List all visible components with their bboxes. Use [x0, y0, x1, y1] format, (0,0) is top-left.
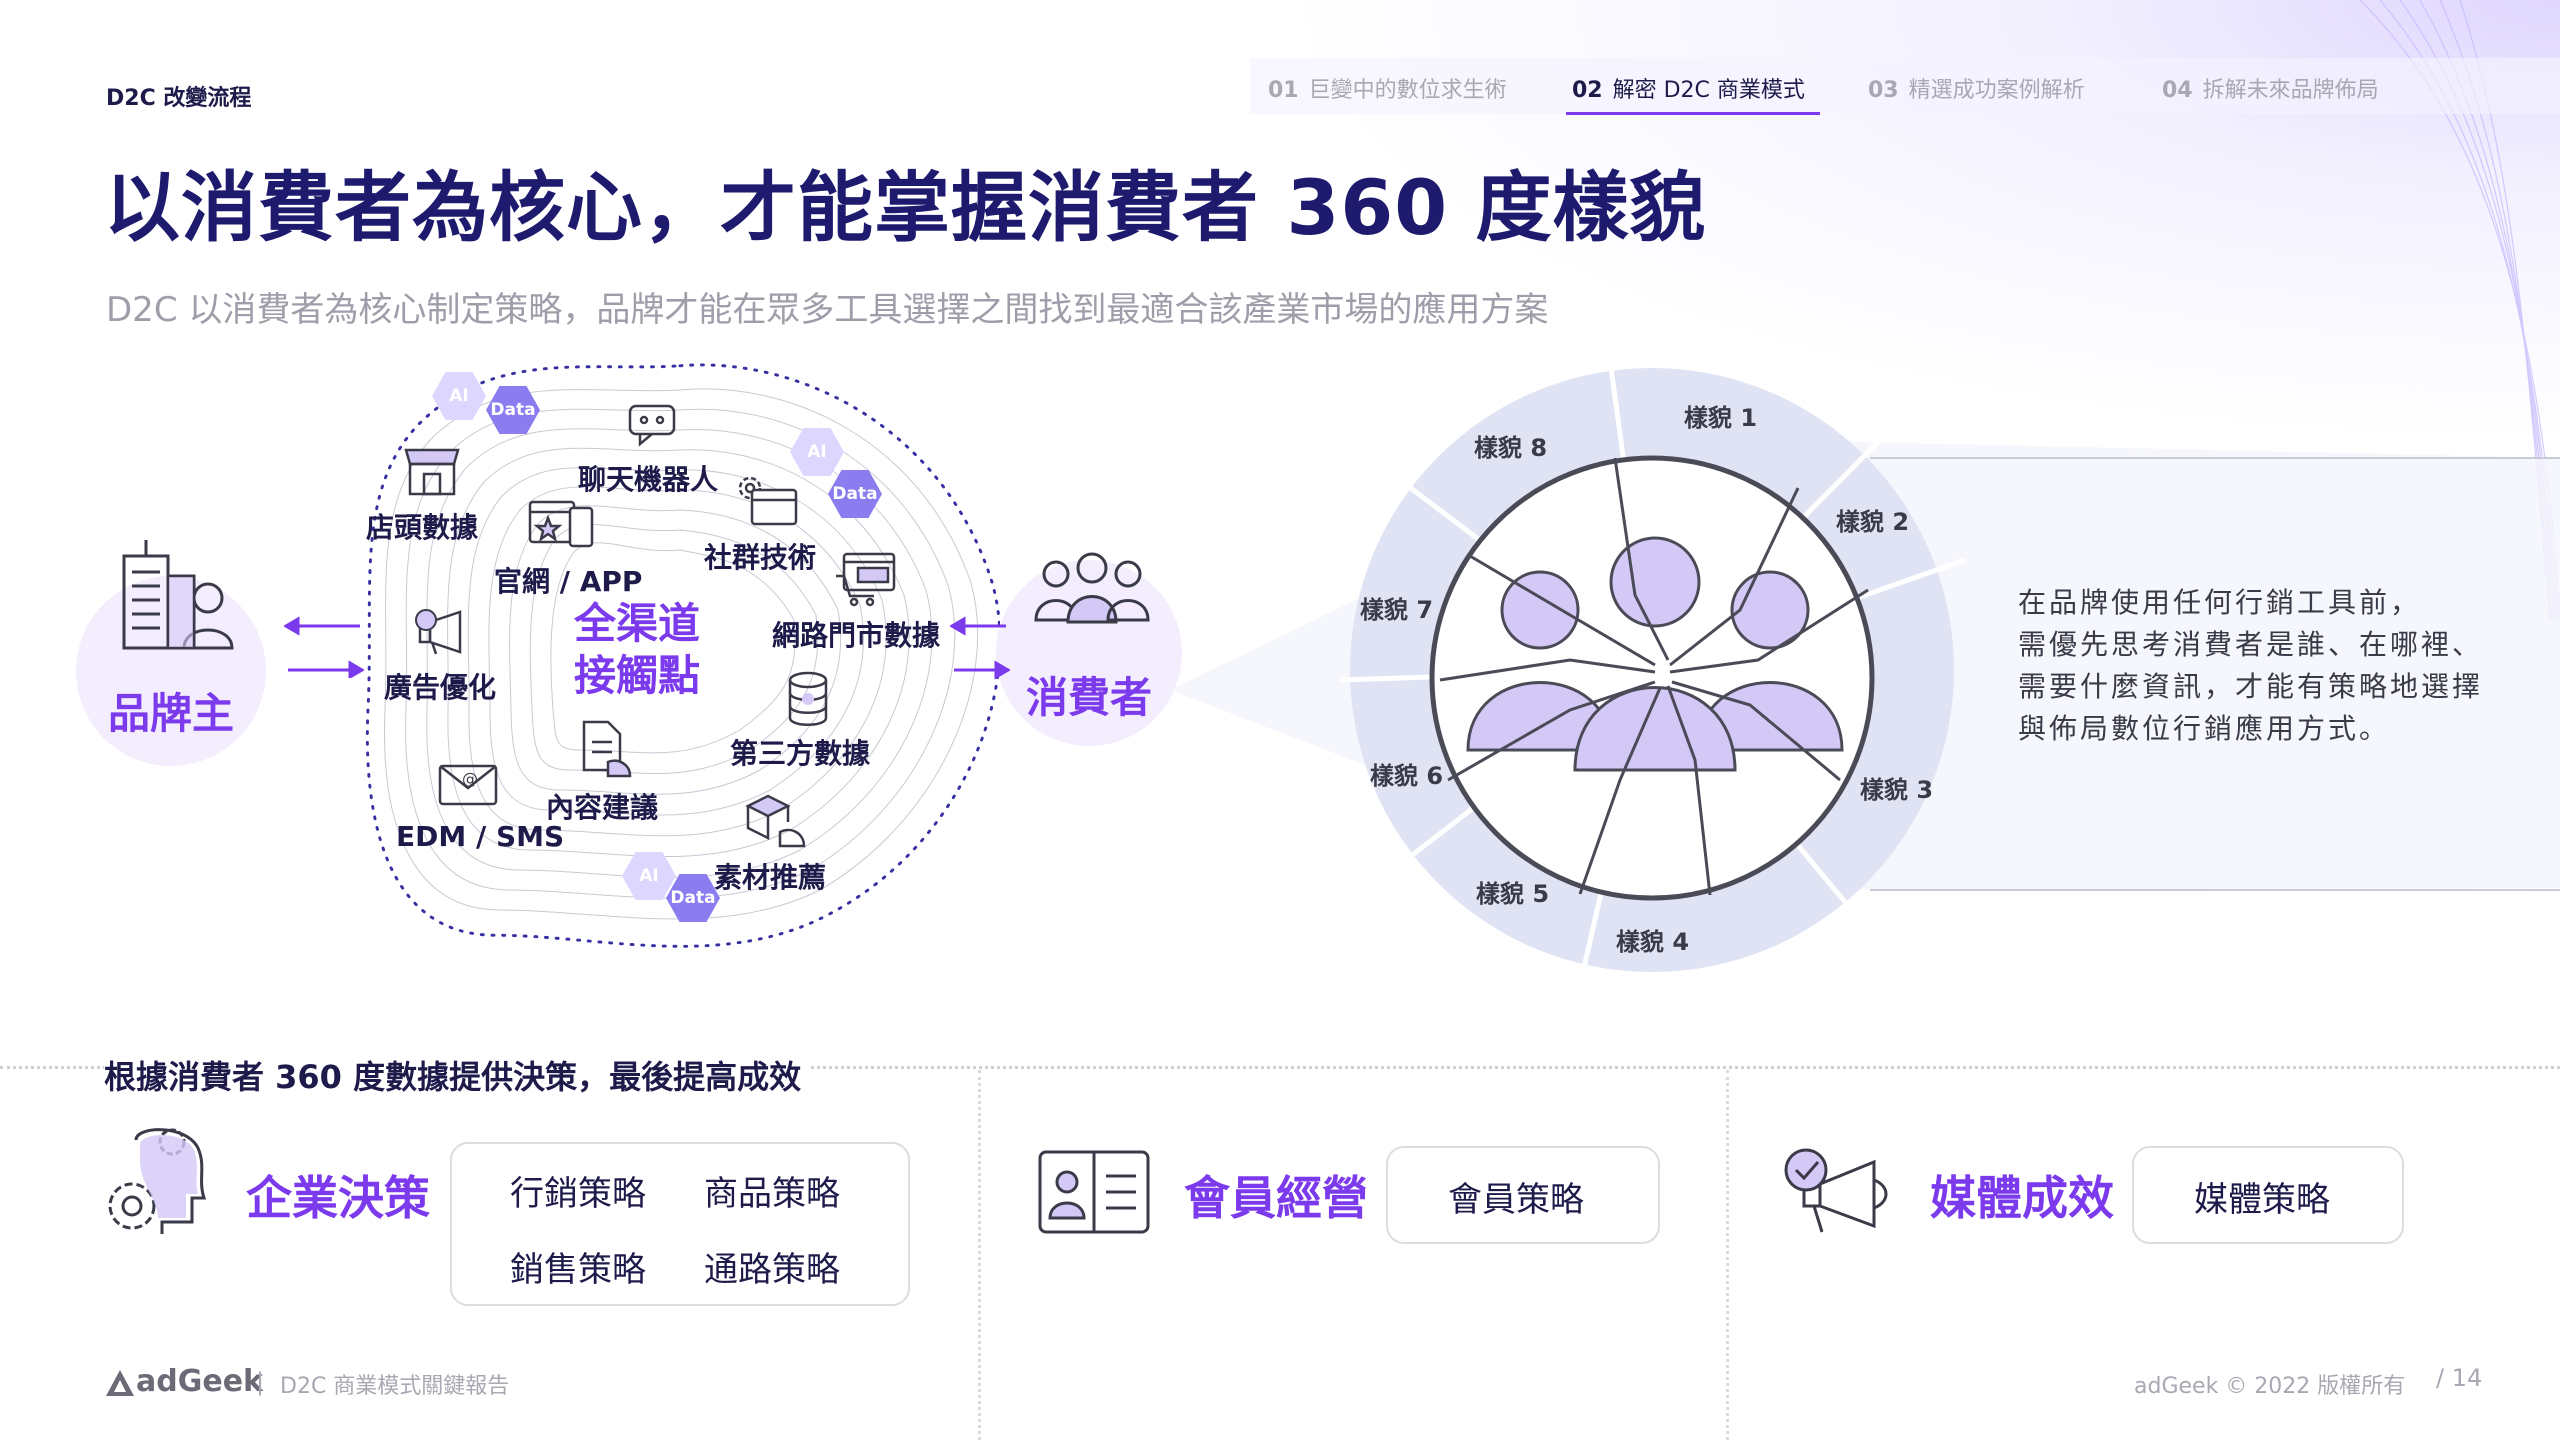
divider-vertical [978, 1070, 981, 1440]
adgeek-logo-icon [106, 1370, 134, 1396]
group-title-membership: 會員經營 [1184, 1171, 1368, 1225]
database-icon [788, 671, 828, 726]
strategy-item: 媒體策略 [2194, 1180, 2330, 1220]
strategy-item: 行銷策略 [510, 1174, 646, 1214]
megaphone-icon [415, 609, 462, 655]
channel-social-label: 社群技術 [704, 541, 817, 574]
omnichannel-touchpoint-label: 全渠道 接觸點 [573, 599, 700, 700]
facet-label-3: 樣貌 3 [1860, 776, 1934, 804]
cart-browser-icon [836, 552, 896, 607]
facet-label-7: 樣貌 7 [1360, 596, 1434, 624]
envelope-icon: @ [438, 764, 498, 806]
adgeek-logo-text: adGeek [136, 1364, 263, 1399]
facet-label-4: 樣貌 4 [1616, 928, 1690, 956]
group-title-media: 媒體成效 [1930, 1171, 2114, 1225]
strategy-item: 會員策略 [1448, 1180, 1584, 1220]
bottom-heading: 根據消費者 360 度數據提供決策，最後提高成效 [104, 1052, 810, 1098]
page-subtitle: D2C 以消費者為核心制定策略，品牌才能在眾多工具選擇之間找到最適合該產業市場的… [106, 290, 1549, 330]
facet-label-8: 樣貌 8 [1474, 434, 1548, 462]
channel-website-label: 官網 / APP [494, 565, 643, 598]
channel-ads-label: 廣告優化 [384, 671, 497, 704]
footer-separator: | [256, 1368, 265, 1396]
nav-item-01[interactable]: 01 巨變中的數位求生術 [1268, 72, 1507, 112]
bidirectional-arrows-left [284, 616, 364, 678]
megaphone-check-icon [1784, 1148, 1888, 1233]
facet-label-2: 樣貌 2 [1836, 508, 1910, 536]
strategy-item: 商品策略 [704, 1174, 840, 1214]
page-title: 以消費者為核心，才能掌握消費者 360 度樣貌 [104, 163, 1707, 252]
svg-text:@: @ [462, 769, 478, 788]
bidirectional-arrows-right [950, 616, 1010, 680]
id-card-icon [1038, 1150, 1150, 1234]
chatbot-icon [628, 404, 676, 447]
wheel-description: 在品牌使用任何行銷工具前， 需優先思考消費者是誰、在哪裡、 需要什麼資訊，才能有… [2018, 586, 2484, 745]
facet-label-5: 樣貌 5 [1476, 880, 1550, 908]
group-title-enterprise: 企業決策 [246, 1171, 430, 1225]
nav-item-03[interactable]: 03 精選成功案例解析 [1868, 72, 2085, 112]
people-group-icon [1034, 552, 1150, 624]
channel-third-party-label: 第三方數據 [730, 737, 871, 770]
building-person-icon [122, 540, 234, 650]
strategy-item: 通路策略 [704, 1250, 840, 1290]
facet-label-6: 樣貌 6 [1370, 762, 1444, 790]
nav-active-underline [1566, 112, 1820, 115]
channel-ecommerce-label: 網路門市數據 [772, 619, 941, 652]
nav-item-02[interactable]: 02 解密 D2C 商業模式 [1572, 72, 1805, 112]
gear-head-icon [108, 1128, 207, 1234]
facet-label-1: 樣貌 1 [1684, 404, 1758, 432]
social-gear-icon [738, 476, 798, 526]
channel-store-label: 店頭數據 [366, 511, 479, 544]
footer-report-name: D2C 商業模式關鍵報告 [280, 1374, 510, 1399]
browser-devices-icon [528, 500, 594, 548]
document-hand-icon [582, 720, 632, 778]
channel-assets-label: 素材推薦 [714, 861, 827, 894]
divider-vertical [1726, 1070, 1729, 1440]
section-tag: D2C 改變流程 [106, 86, 252, 111]
boxes-hand-icon [745, 794, 806, 848]
consumer-label: 消費者 [1026, 673, 1153, 722]
strategy-item: 銷售策略 [510, 1250, 646, 1290]
nav-item-04[interactable]: 04 拆解未來品牌佈局 [2162, 72, 2379, 112]
brand-owner-label: 品牌主 [108, 689, 235, 738]
channel-edm-label: EDM / SMS [396, 820, 565, 853]
copyright: adGeek © 2022 版權所有 [2134, 1374, 2406, 1399]
store-icon [404, 448, 460, 496]
page-number: / 14 [2436, 1364, 2483, 1392]
channel-chatbot-label: 聊天機器人 [578, 463, 719, 496]
